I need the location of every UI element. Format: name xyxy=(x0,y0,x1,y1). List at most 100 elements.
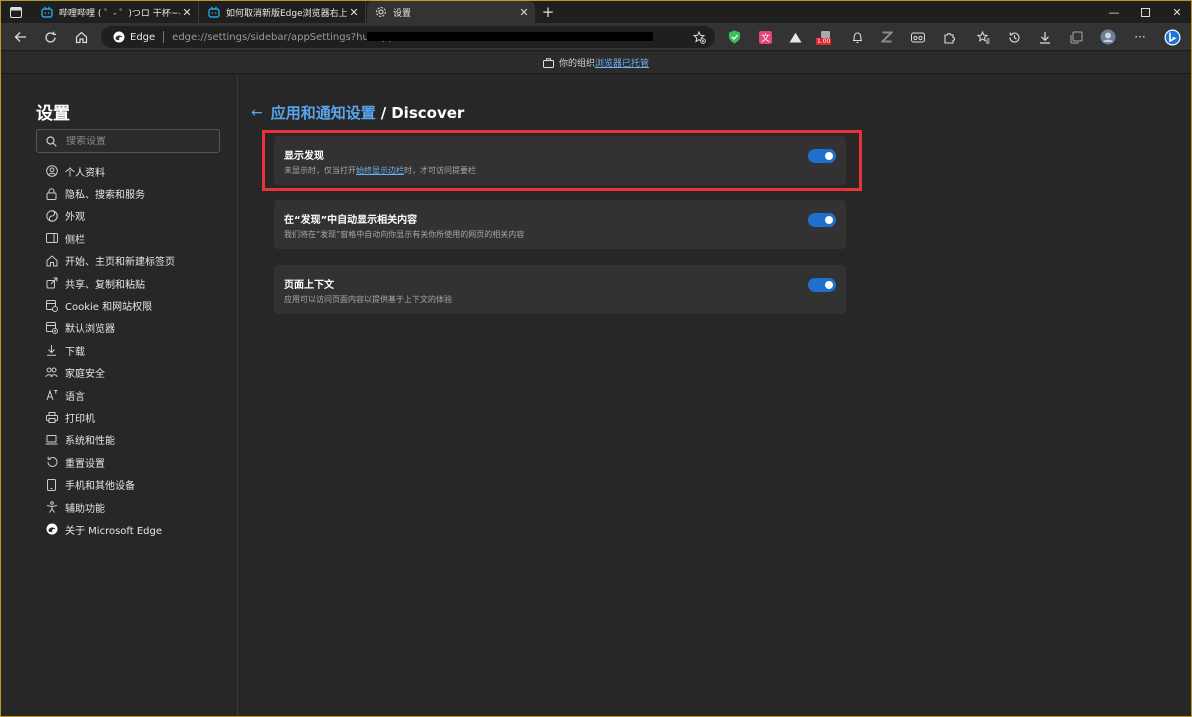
edge-label: Edge xyxy=(130,31,156,43)
sidebar-item-printers[interactable]: 打印机 xyxy=(45,406,175,428)
sidebar-item-sidebar[interactable]: 侧栏 xyxy=(45,227,175,249)
tab-settings[interactable]: 设置 ✕ xyxy=(367,1,535,23)
redaction-bar xyxy=(367,32,653,41)
refresh-button[interactable] xyxy=(39,27,61,47)
show-discover-toggle[interactable] xyxy=(808,149,836,163)
close-icon: ✕ xyxy=(519,5,529,19)
tab-bilibili[interactable]: 哔哩哔哩 ( ゜- ゜)つロ 干杯~-bilib ✕ xyxy=(33,1,199,23)
sidebar-item-appearance[interactable]: 外观 xyxy=(45,205,175,227)
address-separator xyxy=(163,31,165,43)
sidebar-item-label: 隐私、搜索和服务 xyxy=(65,190,145,202)
sidebar-item-downloads[interactable]: 下载 xyxy=(45,339,175,361)
close-icon: ✕ xyxy=(182,5,192,19)
badge-extension-button[interactable]: 1.00 xyxy=(816,28,834,46)
default-browser-icon xyxy=(45,321,58,334)
plus-icon: + xyxy=(541,3,555,21)
profile-button[interactable] xyxy=(1099,28,1117,46)
page-context-toggle[interactable] xyxy=(808,278,836,292)
site-identity[interactable]: Edge xyxy=(113,31,155,43)
translate-extension-button[interactable]: 文 xyxy=(756,28,774,46)
sidebar-item-profile[interactable]: 个人资料 xyxy=(45,160,175,182)
search-box[interactable] xyxy=(36,129,220,153)
settings-nav: 个人资料 隐私、搜索和服务 外观 侧栏 开始、主页和新建标签页 共享、复制和粘贴 xyxy=(45,160,175,541)
tab-title: 如何取消新版Edge浏览器右上角 xyxy=(226,8,347,19)
accessibility-icon xyxy=(45,501,58,514)
bing-copilot-button[interactable] xyxy=(1163,28,1181,46)
cookie-icon xyxy=(45,299,58,312)
extensions-button[interactable] xyxy=(940,28,958,46)
home-icon xyxy=(75,31,87,43)
sidebar-item-phone[interactable]: 手机和其他设备 xyxy=(45,473,175,495)
minimize-icon: — xyxy=(1108,5,1120,19)
setting-desc-text: 时，才可访问提要栏 xyxy=(404,166,476,175)
star-plus-icon xyxy=(692,30,706,44)
sidebar-item-label: 共享、复制和粘贴 xyxy=(65,279,145,291)
minimize-button[interactable]: — xyxy=(1098,1,1130,23)
history-button[interactable] xyxy=(1005,28,1023,46)
setting-title: 页面上下文 xyxy=(284,280,334,291)
back-button[interactable] xyxy=(9,27,31,47)
more-menu-button[interactable]: ··· xyxy=(1131,28,1149,46)
sidebar-item-accessibility[interactable]: 辅助功能 xyxy=(45,496,175,518)
close-tab-button[interactable]: ✕ xyxy=(180,5,194,19)
auto-related-content-toggle[interactable] xyxy=(808,213,836,227)
sidebar-item-system[interactable]: 系统和性能 xyxy=(45,429,175,451)
close-tab-button[interactable]: ✕ xyxy=(347,5,361,19)
close-window-button[interactable]: ✕ xyxy=(1161,1,1192,23)
sidebar-item-label: 家庭安全 xyxy=(65,369,105,381)
sidebar-item-reset[interactable]: 重置设置 xyxy=(45,451,175,473)
close-tab-button[interactable]: ✕ xyxy=(517,5,531,19)
add-favorite-button[interactable] xyxy=(691,29,707,45)
svg-text:文: 文 xyxy=(760,32,769,44)
favorites-button[interactable] xyxy=(974,28,992,46)
bell-extension-button[interactable] xyxy=(848,28,866,46)
home-button[interactable] xyxy=(70,27,92,47)
toggle-knob xyxy=(825,216,833,224)
always-show-sidebar-link[interactable]: 始终显示边栏 xyxy=(356,166,404,175)
downloads-button[interactable] xyxy=(1036,28,1054,46)
setting-description: 应用可以访问页面内容以提供基于上下文的体验 xyxy=(284,295,452,304)
sidebar-item-label: Cookie 和网站权限 xyxy=(65,302,153,314)
maximize-button[interactable] xyxy=(1129,1,1161,23)
edge-icon xyxy=(45,523,58,536)
sidebar-item-label: 个人资料 xyxy=(65,167,105,179)
tab-actions-button[interactable] xyxy=(7,4,25,20)
setting-title: 显示发现 xyxy=(284,151,324,162)
z-icon xyxy=(881,31,893,43)
home-icon xyxy=(45,254,58,267)
sidebar-item-about[interactable]: 关于 Microsoft Edge xyxy=(45,518,175,540)
managed-banner: 你的组织 浏览器已托管 xyxy=(1,52,1191,74)
search-icon xyxy=(46,135,57,147)
breadcrumb-parent[interactable]: 应用和通知设置 xyxy=(271,102,376,123)
collections-button[interactable] xyxy=(1067,28,1085,46)
sidebar-item-label: 外观 xyxy=(65,212,85,224)
shield-extension-button[interactable] xyxy=(725,28,743,46)
tab-edge-question[interactable]: 如何取消新版Edge浏览器右上角 ✕ xyxy=(200,1,366,23)
setting-page-context: 页面上下文 应用可以访问页面内容以提供基于上下文的体验 xyxy=(274,265,846,314)
sidebar-item-share[interactable]: 共享、复制和粘贴 xyxy=(45,272,175,294)
bell-icon xyxy=(852,31,862,43)
address-bar[interactable]: Edge edge://settings/sidebar/appSettings… xyxy=(101,26,715,48)
managed-link[interactable]: 浏览器已托管 xyxy=(595,56,649,69)
gear-icon xyxy=(375,6,387,18)
sidebar-item-label: 重置设置 xyxy=(65,458,105,470)
sidebar-item-start-home[interactable]: 开始、主页和新建标签页 xyxy=(45,250,175,272)
z-extension-button[interactable] xyxy=(878,28,896,46)
back-arrow-button[interactable]: ← xyxy=(251,105,263,121)
sidebar-item-label: 下载 xyxy=(65,346,85,358)
sidebar-item-cookies[interactable]: Cookie 和网站权限 xyxy=(45,294,175,316)
sidebar-item-privacy[interactable]: 隐私、搜索和服务 xyxy=(45,182,175,204)
vr-extension-button[interactable] xyxy=(909,28,927,46)
tab-title: 设置 xyxy=(393,8,412,19)
mountain-extension-button[interactable] xyxy=(786,28,804,46)
refresh-icon xyxy=(44,31,56,43)
sidebar-item-language[interactable]: 语言 xyxy=(45,384,175,406)
sidebar-item-default-browser[interactable]: 默认浏览器 xyxy=(45,317,175,339)
new-tab-button[interactable]: + xyxy=(539,3,557,21)
phone-icon xyxy=(45,478,58,491)
sidebar-item-family[interactable]: 家庭安全 xyxy=(45,362,175,384)
setting-auto-related-content: 在“发现”中自动显示相关内容 我们将在“发现”窗格中自动向你显示有关你所使用的网… xyxy=(274,200,846,249)
banner-prefix: 你的组织 xyxy=(558,59,595,69)
download-icon xyxy=(1040,31,1050,44)
search-input[interactable] xyxy=(66,135,206,147)
